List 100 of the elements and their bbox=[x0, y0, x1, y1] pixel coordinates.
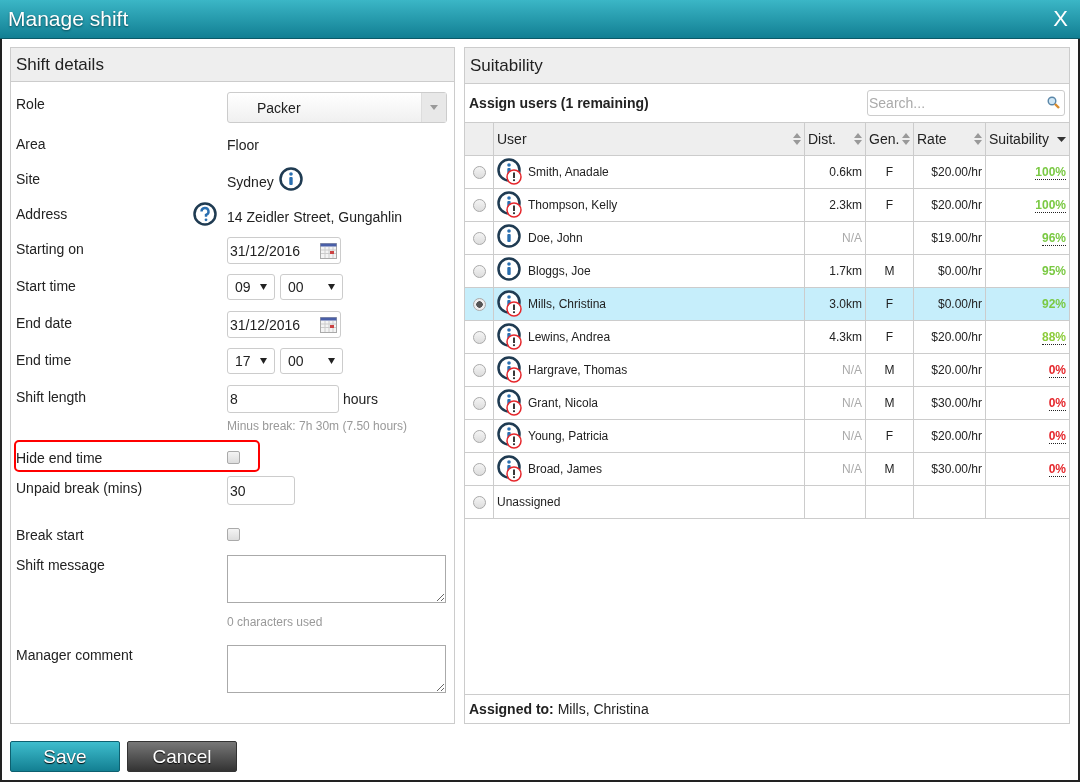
suitability-score[interactable]: 0% bbox=[1048, 363, 1066, 378]
gender-cell: M bbox=[865, 452, 914, 486]
sort-icon bbox=[854, 133, 862, 145]
column-header[interactable]: Dist. bbox=[804, 122, 866, 156]
distance-cell: N/A bbox=[804, 386, 866, 420]
distance-cell: N/A bbox=[804, 419, 866, 453]
distance-cell: 3.0km bbox=[804, 287, 866, 321]
field-label: End time bbox=[16, 351, 73, 368]
user-name: Mills, Christina bbox=[528, 297, 606, 311]
distance-cell: 2.3km bbox=[804, 188, 866, 222]
field-label: Break start bbox=[16, 526, 85, 543]
radio-button[interactable] bbox=[472, 363, 486, 377]
column-header[interactable]: Suitability bbox=[985, 122, 1069, 156]
sort-icon bbox=[793, 133, 801, 145]
rate-cell: $20.00/hr bbox=[913, 353, 986, 387]
calendar-icon[interactable] bbox=[320, 316, 337, 333]
checkbox[interactable] bbox=[227, 451, 240, 464]
suitability-score[interactable]: 0% bbox=[1048, 462, 1066, 477]
rate-cell: $20.00/hr bbox=[913, 155, 986, 189]
date-field[interactable]: 31/12/2016 bbox=[227, 311, 341, 338]
radio-button[interactable] bbox=[472, 330, 486, 344]
gender-cell: F bbox=[865, 419, 914, 453]
gender-cell bbox=[865, 221, 914, 255]
hint-text: Minus break: 7h 30m (7.50 hours) bbox=[227, 418, 408, 435]
info-icon[interactable] bbox=[278, 167, 303, 191]
distance-cell: N/A bbox=[804, 221, 866, 255]
rate-cell: $19.00/hr bbox=[913, 221, 986, 255]
window-title: Manage shift bbox=[8, 7, 129, 31]
rate-cell: $20.00/hr bbox=[913, 419, 986, 453]
column-header[interactable]: User bbox=[493, 122, 805, 156]
caret-icon bbox=[260, 358, 267, 364]
rate-cell: $30.00/hr bbox=[913, 386, 986, 420]
rate-cell: $0.00/hr bbox=[913, 254, 986, 288]
user-name: Unassigned bbox=[497, 495, 561, 509]
date-field[interactable]: 31/12/2016 bbox=[227, 237, 341, 264]
sort-descending-icon bbox=[1057, 136, 1066, 142]
distance-cell: 0.6km bbox=[804, 155, 866, 189]
text-area[interactable] bbox=[227, 645, 446, 693]
radio-button[interactable] bbox=[472, 495, 486, 509]
radio-button[interactable] bbox=[472, 165, 486, 179]
radio-button[interactable] bbox=[472, 231, 486, 245]
distance-cell: N/A bbox=[804, 353, 866, 387]
rate-cell: $0.00/hr bbox=[913, 287, 986, 321]
field-label: Shift length bbox=[16, 388, 88, 405]
user-name: Hargrave, Thomas bbox=[528, 363, 628, 377]
caret-icon bbox=[328, 284, 335, 290]
radio-button[interactable] bbox=[472, 198, 486, 212]
field-label: Unpaid break (mins) bbox=[16, 479, 144, 496]
search-field[interactable]: Search... bbox=[867, 90, 1065, 116]
hour-dropdown[interactable]: 09 bbox=[227, 274, 275, 300]
gender-cell: F bbox=[865, 188, 914, 222]
field-label: End date bbox=[16, 314, 74, 331]
gender-cell: M bbox=[865, 353, 914, 387]
distance-cell: 4.3km bbox=[804, 320, 866, 354]
field-label: Start time bbox=[16, 277, 77, 294]
field-label: Shift message bbox=[16, 556, 106, 573]
user-name: Lewins, Andrea bbox=[528, 330, 611, 344]
radio-button[interactable] bbox=[472, 264, 486, 278]
field-value: Floor bbox=[227, 136, 259, 153]
hour-dropdown[interactable]: 17 bbox=[227, 348, 275, 374]
gender-cell: F bbox=[865, 287, 914, 321]
user-name: Thompson, Kelly bbox=[528, 198, 618, 212]
gender-cell: M bbox=[865, 386, 914, 420]
role-dropdown[interactable]: Packer bbox=[227, 92, 447, 123]
user-name: Smith, Anadale bbox=[528, 165, 609, 179]
help-icon[interactable] bbox=[193, 202, 217, 226]
radio-button[interactable] bbox=[472, 462, 486, 476]
sort-icon bbox=[974, 133, 982, 145]
gender-cell: M bbox=[865, 254, 914, 288]
break-field[interactable]: 30 bbox=[227, 476, 295, 505]
cancel-button[interactable]: Cancel bbox=[127, 741, 237, 772]
column-header[interactable]: Rate bbox=[913, 122, 986, 156]
field-label: Site bbox=[16, 170, 42, 187]
field-label: Hide end time bbox=[16, 449, 104, 466]
hint-text: 0 characters used bbox=[227, 614, 324, 631]
user-name: Young, Patricia bbox=[528, 429, 609, 443]
radio-button[interactable] bbox=[472, 297, 486, 311]
radio-button[interactable] bbox=[472, 429, 486, 443]
radio-button[interactable] bbox=[472, 396, 486, 410]
rate-cell: $20.00/hr bbox=[913, 320, 986, 354]
user-name: Bloggs, Joe bbox=[528, 264, 591, 278]
minute-dropdown[interactable]: 00 bbox=[280, 274, 343, 300]
distance-cell: 1.7km bbox=[804, 254, 866, 288]
panel-title: Shift details bbox=[16, 54, 104, 75]
field-label: Address bbox=[16, 205, 69, 222]
field-label: Starting on bbox=[16, 240, 85, 257]
column-header[interactable]: Gen. bbox=[865, 122, 914, 156]
user-name: Broad, James bbox=[528, 462, 603, 476]
field-label: Manager comment bbox=[16, 646, 134, 663]
gender-cell: F bbox=[865, 155, 914, 189]
field-value: 14 Zeidler Street, Gungahlin bbox=[227, 207, 403, 225]
user-name: Grant, Nicola bbox=[528, 396, 599, 410]
distance-cell: N/A bbox=[804, 452, 866, 486]
minute-dropdown[interactable]: 00 bbox=[280, 348, 343, 374]
text-area[interactable] bbox=[227, 555, 446, 603]
suitability-score[interactable]: 0% bbox=[1048, 396, 1066, 411]
checkbox[interactable] bbox=[227, 528, 240, 541]
suitability-score[interactable]: 0% bbox=[1048, 429, 1066, 444]
shift-length-field[interactable]: 8 bbox=[227, 385, 339, 413]
calendar-icon[interactable] bbox=[320, 242, 337, 259]
